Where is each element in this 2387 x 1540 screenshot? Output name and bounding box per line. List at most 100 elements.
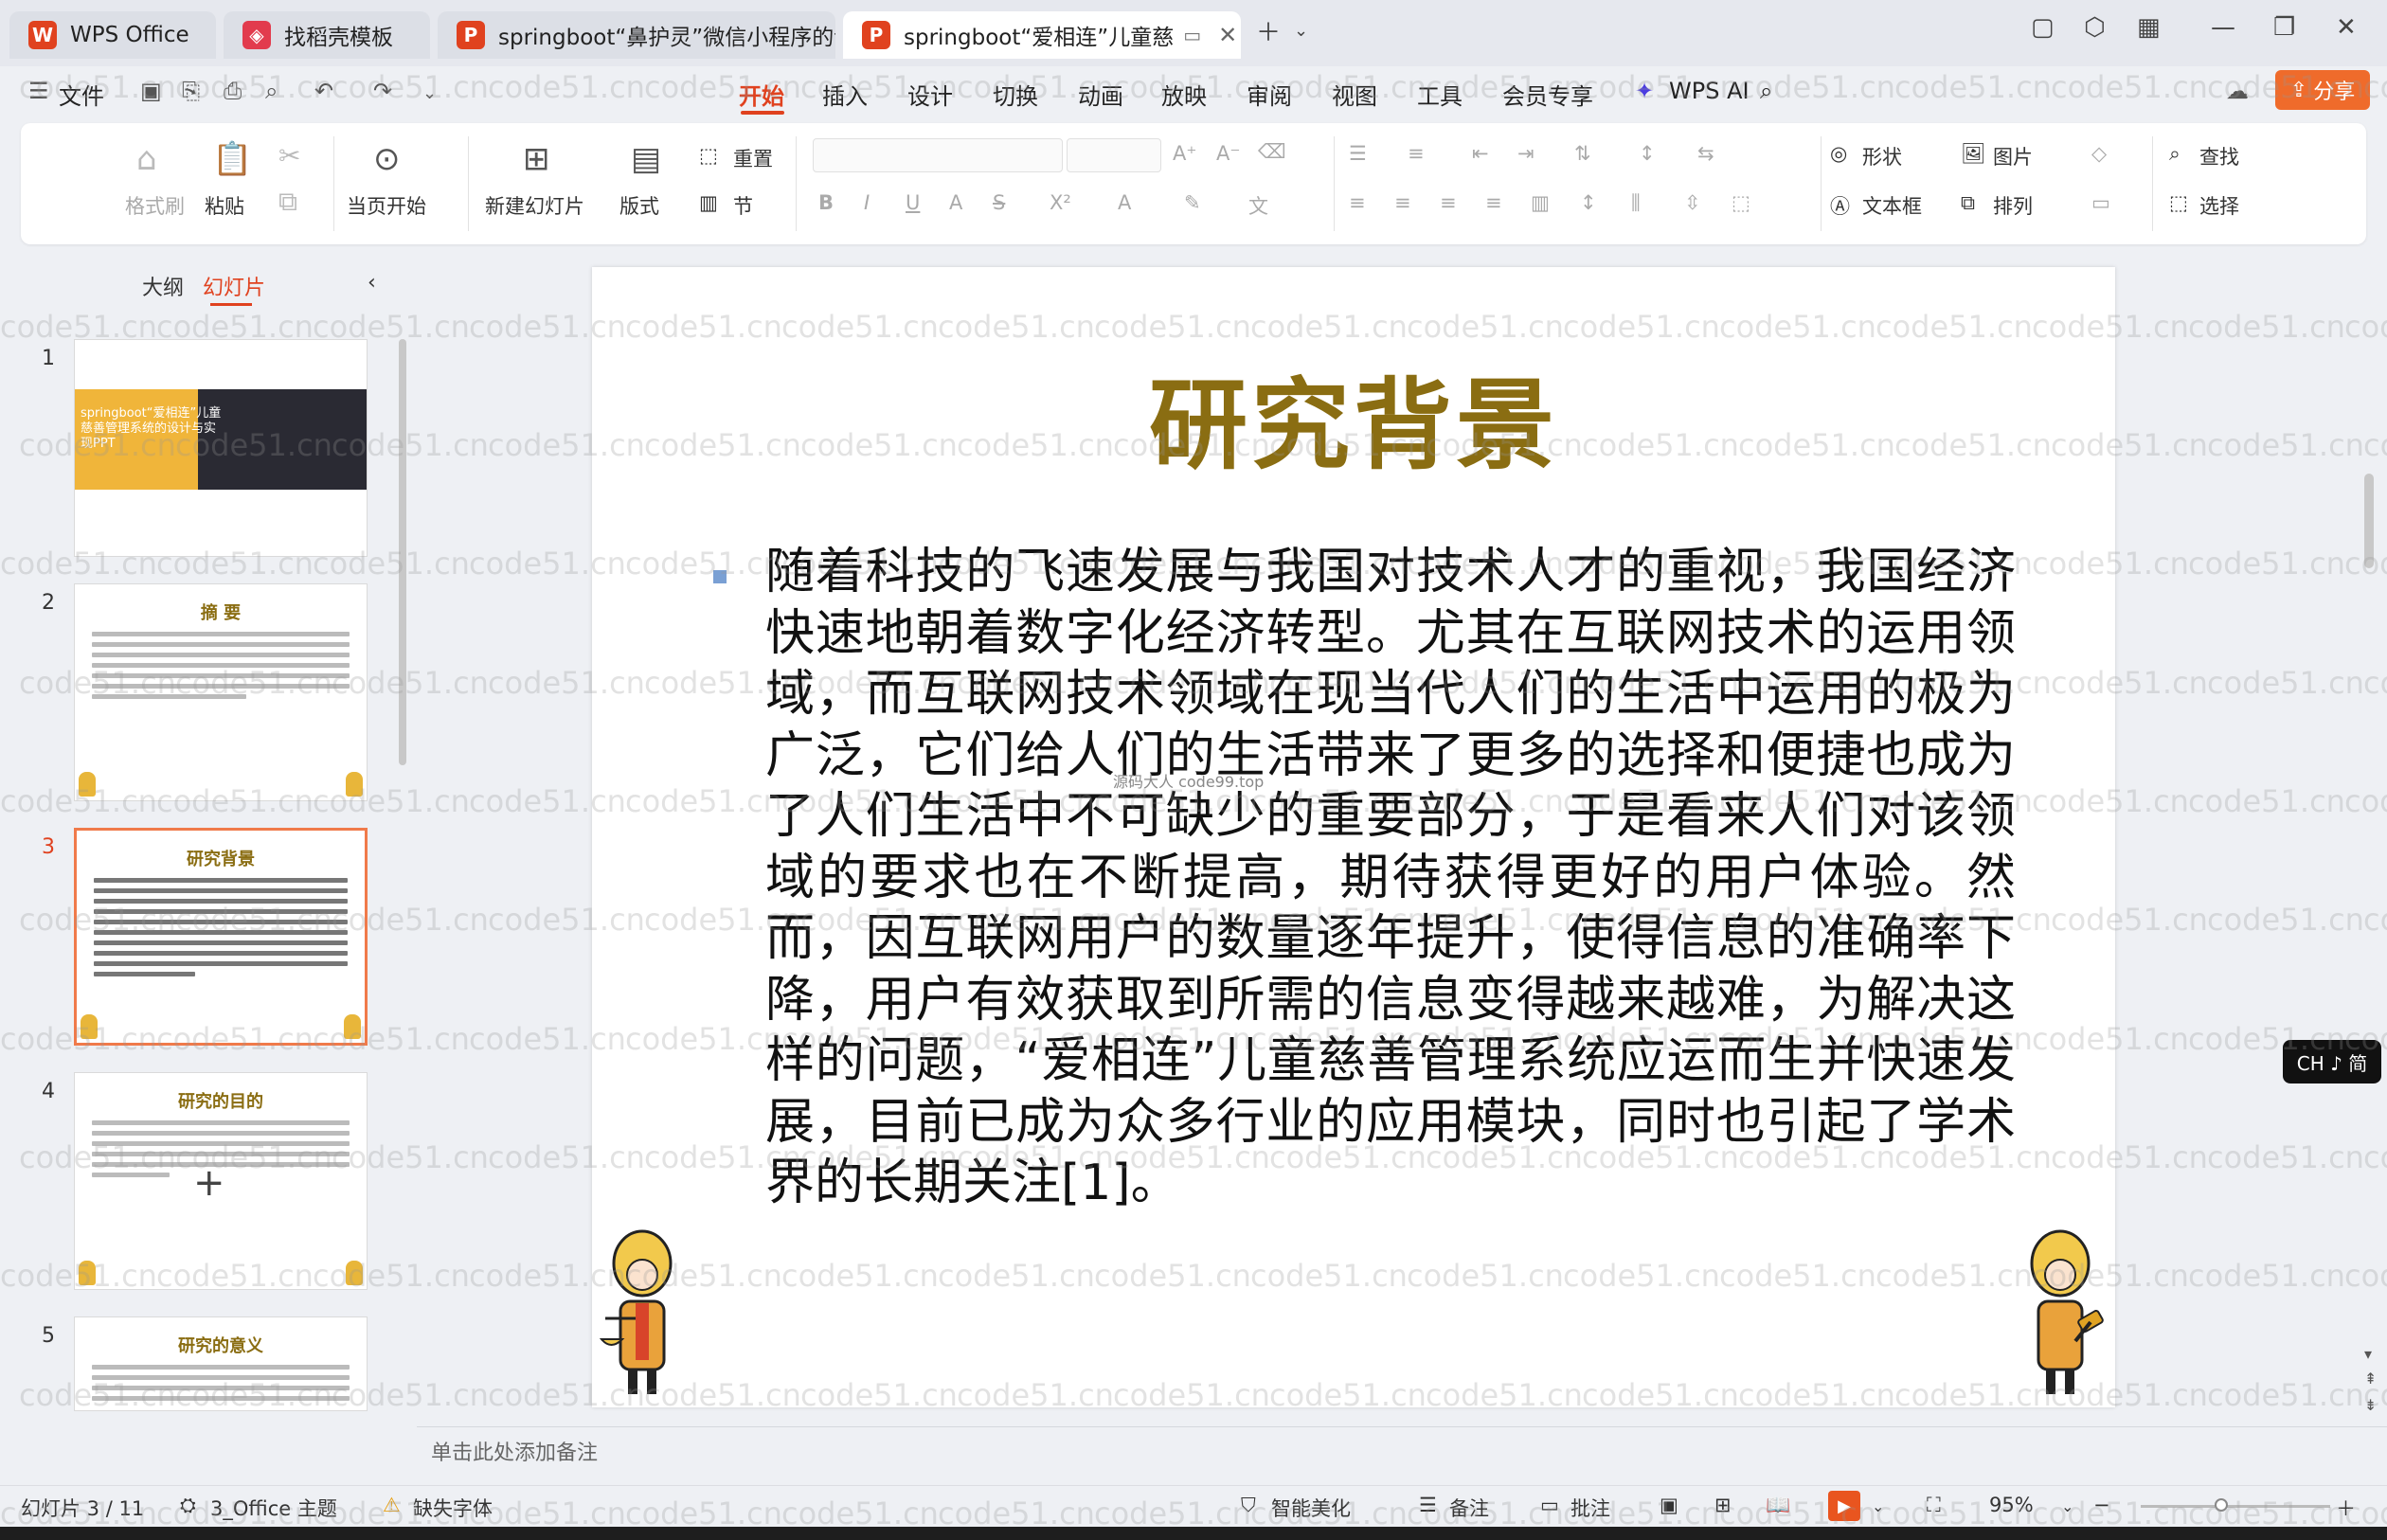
menu-slideshow[interactable]: 放映 [1161, 78, 1207, 111]
underline-icon[interactable]: U [906, 191, 920, 214]
zoom-slider-handle[interactable] [2215, 1498, 2228, 1512]
shadow-icon[interactable]: A [949, 191, 962, 214]
export-icon[interactable]: ⎘ [182, 78, 200, 104]
format-painter-button[interactable]: 格式刷 [125, 191, 185, 220]
section-button[interactable]: 节 [733, 191, 753, 220]
new-slide-button[interactable]: 新建幻灯片 [485, 191, 584, 220]
redo-icon[interactable]: ↷ [373, 78, 392, 104]
align-right-icon[interactable]: ≡ [1440, 191, 1457, 214]
slide-thumbnail-1[interactable]: springboot“爱相连”儿童慈善管理系统的设计与实现PPT [74, 339, 368, 557]
smart-beautify-button[interactable]: 智能美化 [1271, 1494, 1351, 1522]
minimize-icon[interactable]: — [2211, 13, 2235, 42]
clear-format-icon[interactable]: ⌫ [1258, 140, 1286, 163]
slide-sorter-icon[interactable]: ⊞ [1714, 1494, 1732, 1516]
slide-canvas[interactable]: 研究背景 随着科技的飞速发展与我国对技术人才的重视，我国经济快速地朝着数字化经济… [592, 267, 2115, 1407]
select-button[interactable]: 选择 [2199, 191, 2239, 220]
find-button[interactable]: 查找 [2199, 142, 2239, 170]
textbox-button[interactable]: 文本框 [1862, 191, 1922, 220]
increase-font-icon[interactable]: A⁺ [1173, 142, 1196, 165]
tab-outline[interactable]: 大纲 [142, 271, 184, 301]
reading-view-icon[interactable]: 📖 [1766, 1494, 1790, 1517]
undo-icon[interactable]: ↶ [314, 78, 333, 104]
arrange-button[interactable]: 排列 [1993, 191, 2033, 220]
ime-indicator[interactable]: CH ♪ 简 [2283, 1040, 2381, 1083]
collapse-panel-icon[interactable]: ‹ [368, 271, 376, 295]
shape-button[interactable]: 形状 [1862, 142, 1902, 170]
align-center-icon[interactable]: ≡ [1394, 191, 1411, 214]
phonetic-icon[interactable]: 文 [1248, 191, 1268, 220]
new-slide-icon[interactable]: ⊞ [523, 140, 550, 178]
cut-icon[interactable]: ✂ [278, 140, 300, 171]
decrease-font-icon[interactable]: A⁻ [1216, 142, 1240, 165]
theme-name[interactable]: 3_Office 主题 [210, 1494, 337, 1522]
tab-docer[interactable]: ◈ 找稻壳模板 [224, 11, 430, 59]
chevron-down-icon[interactable]: ⌄ [1294, 21, 1308, 41]
bullets-icon[interactable]: ☰ [1349, 142, 1367, 165]
chevron-down-icon[interactable]: ⌄ [422, 83, 437, 103]
missing-font-button[interactable]: 缺失字体 [413, 1494, 493, 1522]
highlight-icon[interactable]: ✎ [1184, 191, 1201, 214]
print-icon[interactable]: ⎙ [224, 78, 242, 104]
layout-icon[interactable]: ▤ [631, 140, 661, 178]
fit-window-icon[interactable]: ⛶ [1927, 1494, 1941, 1517]
start-from-current-button[interactable]: 当页开始 [347, 191, 426, 220]
zoom-level[interactable]: 95% [1989, 1494, 2034, 1516]
chevron-down-icon[interactable]: ⌄ [1872, 1497, 1884, 1515]
avatar[interactable]: ▦ [2137, 13, 2161, 42]
save-icon[interactable]: ▣ [140, 78, 162, 104]
tab-document-1[interactable]: P springboot“鼻护灵”微信小程序的设 [438, 11, 835, 59]
cloud-upload-icon[interactable]: ☁ [2226, 78, 2249, 104]
menu-transitions[interactable]: 切换 [993, 78, 1038, 111]
next-slide-icon[interactable]: ⇟ [2364, 1396, 2377, 1414]
window-icon[interactable]: ▢ [2031, 13, 2055, 42]
outline-icon[interactable]: ▭ [2091, 191, 2110, 214]
text-align-icon[interactable]: ⇳ [1684, 191, 1701, 214]
menu-member[interactable]: 会员专享 [1502, 78, 1593, 111]
hamburger-icon[interactable]: ☰ [28, 78, 49, 104]
slide-title[interactable]: 研究背景 [592, 345, 2115, 488]
tab-slides[interactable]: 幻灯片 [203, 271, 265, 301]
print-preview-icon[interactable]: ⌕ [265, 78, 278, 104]
menu-review[interactable]: 审阅 [1247, 78, 1292, 111]
slide-thumbnail-2[interactable]: 摘 要 [74, 583, 368, 801]
menu-view[interactable]: 视图 [1332, 78, 1377, 111]
bold-icon[interactable]: B [818, 191, 834, 214]
smartart-icon[interactable]: ⬚ [1732, 191, 1750, 214]
font-size-select[interactable] [1067, 138, 1161, 172]
copy-icon[interactable]: ⧉ [278, 186, 297, 218]
format-painter-icon[interactable]: ⌂ [136, 140, 157, 178]
new-tab-icon[interactable]: ＋ [1256, 13, 1281, 48]
comments-button[interactable]: 批注 [1570, 1494, 1610, 1522]
menu-design[interactable]: 设计 [907, 78, 953, 111]
sort-icon[interactable]: ↕ [1639, 142, 1656, 165]
notes-button[interactable]: 备注 [1449, 1494, 1489, 1522]
tab-wps-office[interactable]: W WPS Office [9, 11, 216, 59]
tab-document-active[interactable]: P springboot“爱相连”儿童慈 ▭ ✕ [843, 11, 1241, 59]
paste-button[interactable]: 粘贴 [205, 191, 244, 220]
fill-icon[interactable]: ◇ [2091, 142, 2107, 165]
window-close-icon[interactable]: ✕ [2336, 13, 2357, 42]
increase-indent-icon[interactable]: ⇥ [1517, 142, 1534, 165]
numbering-icon[interactable]: ≡ [1408, 142, 1425, 165]
menu-animations[interactable]: 动画 [1078, 78, 1123, 111]
menu-wps-ai[interactable]: WPS AI [1669, 78, 1750, 104]
superscript-icon[interactable]: X² [1050, 191, 1071, 214]
zoom-in-icon[interactable]: ＋ [2336, 1494, 2356, 1522]
convert-icon[interactable]: ⇆ [1697, 142, 1714, 165]
text-direction-icon[interactable]: ⇅ [1574, 142, 1591, 165]
menu-tools[interactable]: 工具 [1417, 78, 1463, 111]
menu-insert[interactable]: 插入 [822, 78, 868, 111]
reset-button[interactable]: 重置 [733, 144, 773, 172]
slide-scrollbar[interactable] [2364, 474, 2374, 568]
italic-icon[interactable]: I [864, 191, 870, 214]
slide-thumbnail-5[interactable]: 研究的意义 [74, 1316, 368, 1411]
add-slide-button[interactable]: + [193, 1161, 225, 1205]
close-icon[interactable]: ✕ [1218, 22, 1237, 48]
distribute-icon[interactable]: ▥ [1531, 191, 1550, 214]
prev-slide-icon[interactable]: ⇞ [2364, 1370, 2377, 1388]
restore-icon[interactable]: ❐ [2273, 13, 2295, 42]
play-slideshow-button[interactable]: ▶ [1828, 1491, 1860, 1521]
slide-body-text[interactable]: 随着科技的飞速发展与我国对技术人才的重视，我国经济快速地朝着数字化经济转型。尤其… [765, 542, 2016, 1214]
align-left-icon[interactable]: ≡ [1349, 191, 1366, 214]
zoom-out-icon[interactable]: − [2093, 1494, 2110, 1516]
